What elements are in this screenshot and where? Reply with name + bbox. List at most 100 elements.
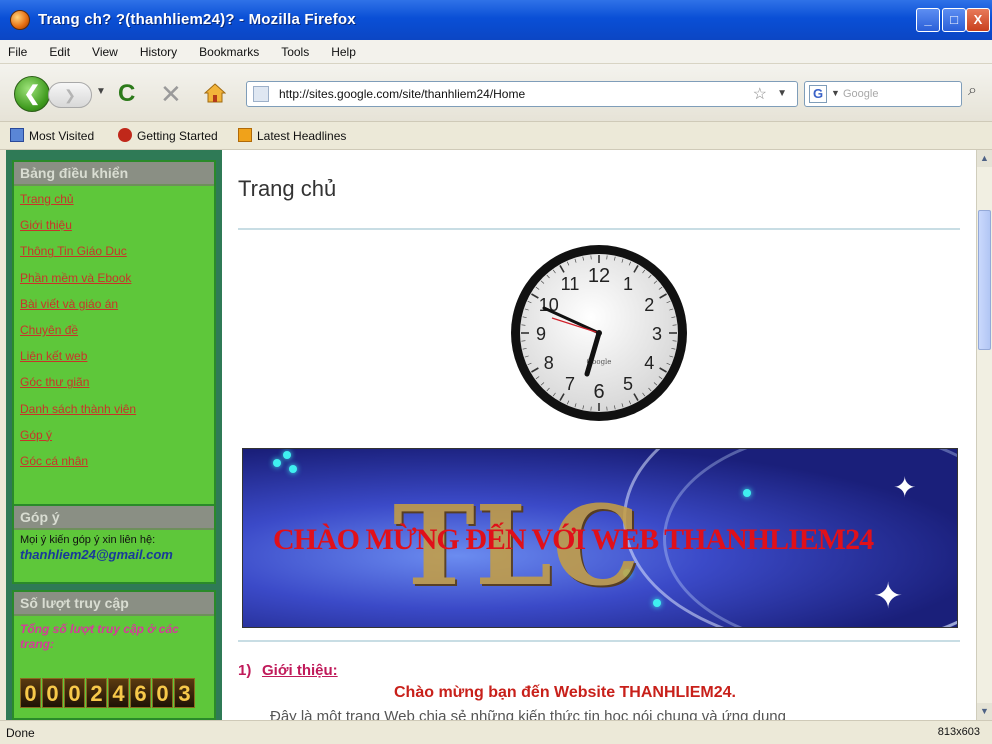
menu-tools[interactable]: Tools [281,40,309,59]
reload-icon[interactable]: C [118,80,135,108]
scroll-down-icon[interactable]: ▼ [977,703,992,720]
banner-star: ✦ [873,575,904,616]
vertical-scrollbar[interactable]: ▲ ▼ [976,150,992,720]
clock-number: 7 [565,374,575,394]
counter-digit: 6 [130,678,151,708]
stop-icon[interactable]: ✕ [160,79,182,110]
status-dimensions: 813x603 [937,726,980,738]
nav-link-personal[interactable]: Góc cá nhân [14,448,214,474]
counter-digit: 0 [20,678,41,708]
clock-number: 1 [623,274,633,294]
clock-number: 8 [544,353,554,373]
clock-number: 5 [623,374,633,394]
nav-link-relax[interactable]: Góc thư giãn [14,369,214,395]
banner-sparkle [653,599,661,607]
engine-dropdown-icon[interactable]: ▼ [831,88,840,98]
bookmark-label: Most Visited [29,129,95,143]
feedback-panel-heading: Góp ý [14,506,214,530]
feedback-panel: Góp ý Mọi ý kiến góp ý xin liên hệ: than… [12,504,216,584]
scroll-up-icon[interactable]: ▲ [977,150,992,167]
url-dropdown-icon[interactable]: ▼ [777,88,787,99]
feedback-email[interactable]: thanhliem24@gmail.com [14,546,214,562]
bookmark-latest-headlines[interactable]: Latest Headlines [238,128,346,143]
status-bar: Done 813x603 [0,720,992,744]
menu-file[interactable]: File [8,40,27,59]
nav-link-web-links[interactable]: Liên kết web [14,343,214,369]
minimize-button[interactable]: _ [916,8,940,32]
close-button[interactable]: X [966,8,990,32]
navigation-toolbar: ❮ ❯ ▼ C ✕ http://sites.google.com/site/t… [0,64,992,122]
nav-link-articles[interactable]: Bài viết và giáo án [14,291,214,317]
banner-sparkle [289,465,297,473]
site-favicon-icon [253,86,269,102]
window-title: Trang ch? ?(thanhliem24)? - Mozilla Fire… [38,11,356,28]
forward-arrow-icon[interactable]: ❯ [48,82,92,108]
clock-number: 4 [644,353,654,373]
history-dropdown-icon[interactable]: ▼ [96,86,106,97]
divider [238,228,960,230]
nav-panel-heading: Bảng điều khiển [14,162,214,186]
counter-digit: 2 [86,678,107,708]
clock-number: 12 [588,265,610,287]
folder-icon [10,128,24,142]
visits-label: Tổng số lượt truy cập ở các trang: [20,622,179,651]
maximize-button[interactable]: □ [942,8,966,32]
banner-sparkle [743,489,751,497]
page-viewport: Bảng điều khiển Trang chủ Giới thiệu Thô… [6,150,976,720]
section-number: 1) [238,662,252,679]
counter-digit: 0 [42,678,63,708]
menu-bookmarks[interactable]: Bookmarks [199,40,259,59]
sidebar: Bảng điều khiển Trang chủ Giới thiệu Thô… [6,150,220,720]
counter-digit: 4 [108,678,129,708]
home-icon[interactable] [204,82,226,104]
url-bar[interactable]: http://sites.google.com/site/thanhliem24… [246,81,798,107]
clock-number: 6 [593,381,604,403]
page-title: Trang chủ [238,176,337,201]
status-text: Done [6,726,35,740]
search-box[interactable]: G ▼ Google [804,81,962,107]
nav-link-about[interactable]: Giới thiệu [14,212,214,238]
nav-link-feedback[interactable]: Góp ý [14,422,214,448]
clock-number: 2 [644,295,654,315]
banner-text: CHÀO MỪNG ĐẾN VỚI WEB THANHLIEM24 [273,523,874,556]
title-bar: Trang ch? ?(thanhliem24)? - Mozilla Fire… [0,0,992,40]
analog-clock: 12 1234567891011 Google [511,245,687,421]
clock-number: 9 [536,324,546,344]
back-arrow-icon[interactable]: ❮ [14,76,50,112]
url-text[interactable]: http://sites.google.com/site/thanhliem24… [279,87,525,101]
visits-panel: Số lượt truy cập Tổng số lượt truy cập ở… [12,590,216,720]
feedback-text: Mọi ý kiến góp ý xin liên hệ: [20,534,156,546]
nav-link-education-news[interactable]: Thông Tin Giáo Dục [14,238,214,264]
bookmark-most-visited[interactable]: Most Visited [10,128,94,143]
section-title-link[interactable]: Giới thiệu: [262,662,338,679]
clock-number: 3 [652,324,662,344]
menu-edit[interactable]: Edit [49,40,70,59]
divider [238,640,960,642]
firefox-icon [10,10,30,30]
welcome-line: Chào mừng bạn đến Website THANHLIEM24. [394,684,736,701]
nav-link-topics[interactable]: Chuyên đề [14,317,214,343]
bookmark-star-icon[interactable]: ☆ [753,84,767,104]
google-engine-icon[interactable]: G [809,85,827,103]
counter-digit: 3 [174,678,195,708]
bookmark-label: Latest Headlines [257,129,347,143]
browser-window: Trang ch? ?(thanhliem24)? - Mozilla Fire… [0,0,992,744]
search-input[interactable]: Google [843,88,878,100]
bookmark-getting-started[interactable]: Getting Started [118,128,218,143]
counter-digit: 0 [152,678,173,708]
rss-icon [238,128,252,142]
menu-help[interactable]: Help [331,40,356,59]
scroll-thumb[interactable] [978,210,991,350]
banner-star: ✦ [893,472,917,503]
bookmark-label: Getting Started [137,129,218,143]
menu-view[interactable]: View [92,40,118,59]
visit-counter: 00024603 [20,678,195,708]
nav-link-home[interactable]: Trang chủ [14,186,214,212]
firefox-bookmark-icon [118,128,132,142]
menu-history[interactable]: History [140,40,177,59]
clock-number: 11 [561,274,580,294]
nav-link-software-ebook[interactable]: Phần mềm và Ebook [14,265,214,291]
nav-link-members[interactable]: Danh sách thành viên [14,396,214,422]
search-icon[interactable]: ⌕ [968,82,977,100]
welcome-banner: ✦ ✦ TLC CHÀO MỪNG ĐẾN VỚI WEB THANHLIEM2… [242,448,958,628]
